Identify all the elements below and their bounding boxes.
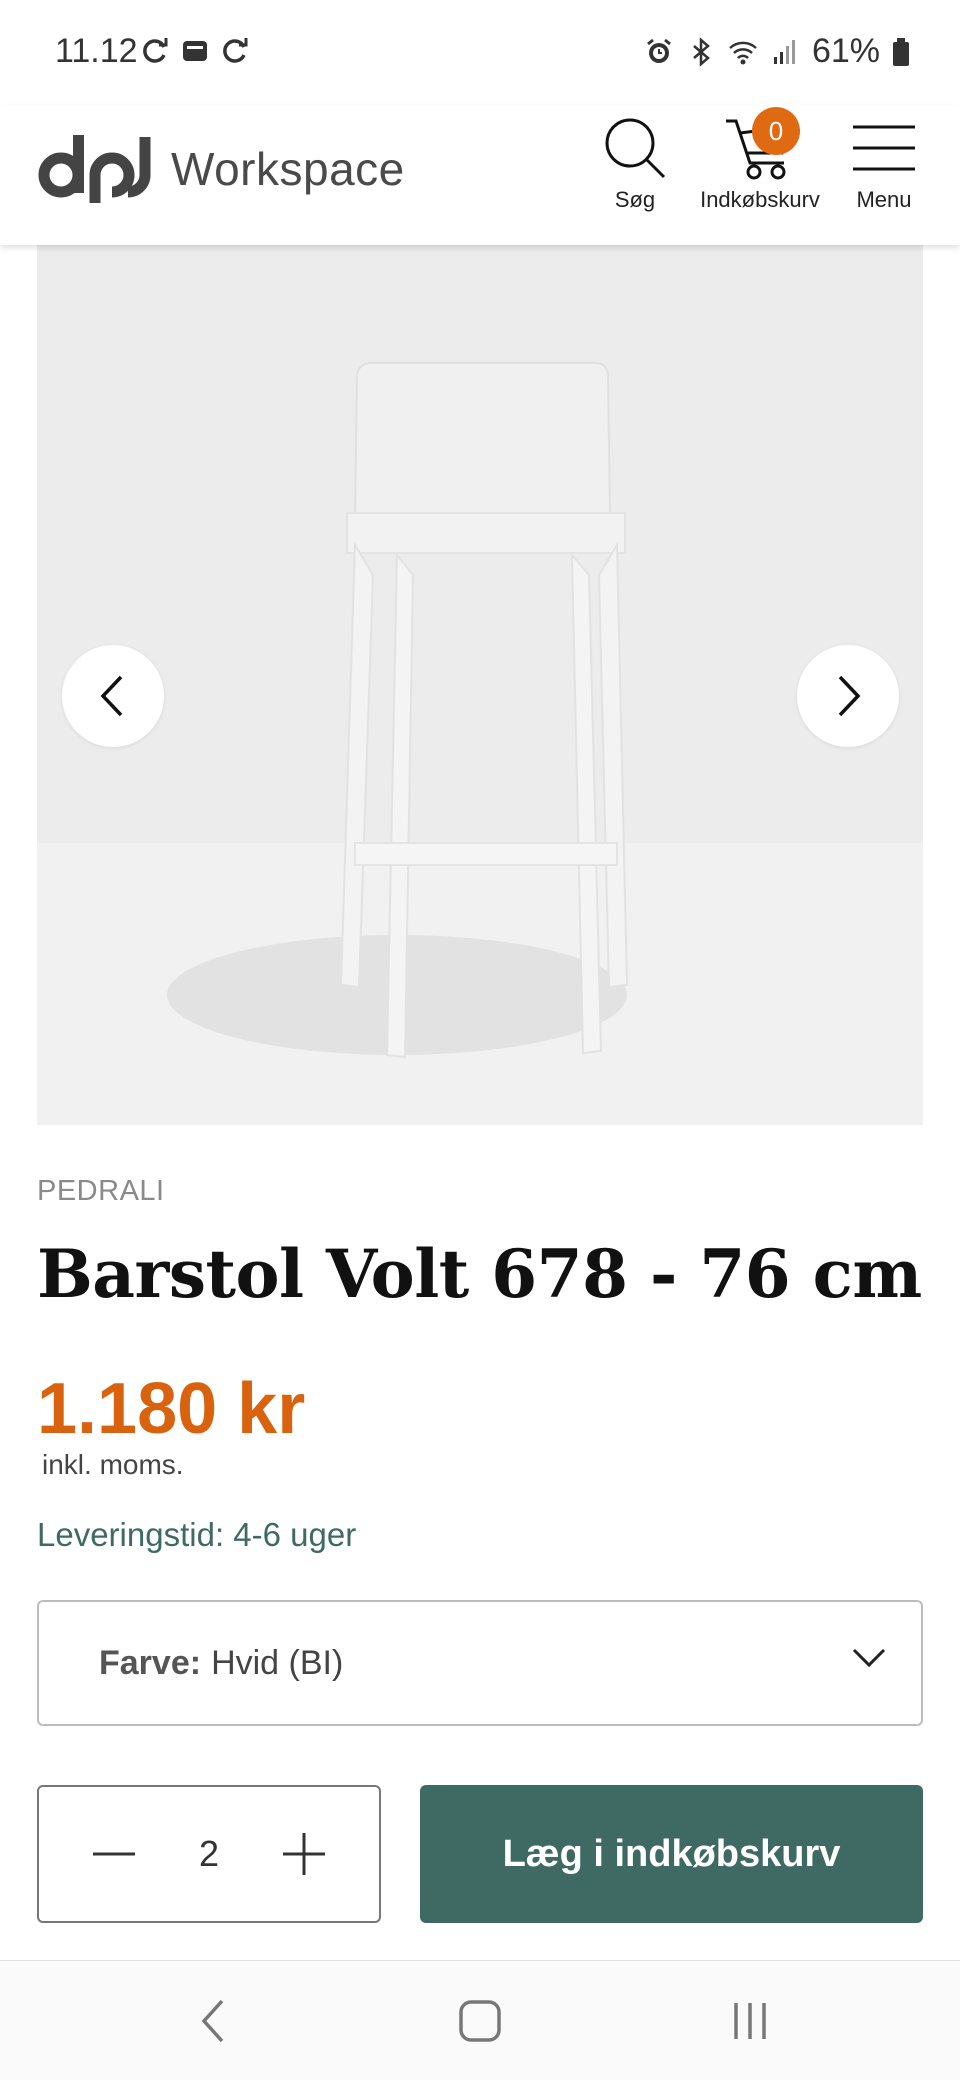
menu-label: Menu [856, 187, 912, 212]
system-home-button[interactable] [450, 1991, 510, 2051]
sync-icon [223, 38, 248, 63]
dpj-logo-icon [38, 135, 151, 203]
site-header: Workspace Søg 0 Indkøbskurv Menu [0, 105, 960, 245]
signal-icon [773, 39, 795, 64]
site-logo[interactable]: Workspace [37, 131, 405, 207]
search-button[interactable]: Søg [594, 115, 676, 213]
bluetooth-icon [693, 36, 710, 67]
menu-button[interactable]: Menu [844, 115, 924, 213]
delivery-time: Leveringstid: 4-6 uger [37, 1516, 357, 1553]
decrease-quantity-button[interactable] [89, 1829, 139, 1879]
cart-count-badge: 0 [752, 107, 800, 155]
battery-percentage: 61% [811, 32, 880, 70]
product-image-bar-stool [167, 362, 629, 1059]
alarm-icon [647, 38, 671, 63]
chevron-down-icon [852, 1648, 886, 1668]
add-to-cart-button[interactable]: Læg i indkøbskurv [420, 1785, 923, 1923]
vat-note: inkl. moms. [42, 1449, 184, 1480]
product-price: 1.180 kr [37, 1369, 306, 1449]
cart-button[interactable]: 0 Indkøbskurv [690, 107, 830, 213]
quantity-stepper: 2 [37, 1785, 381, 1923]
carousel-next-button[interactable] [797, 645, 899, 747]
status-notification-icons [140, 36, 250, 66]
search-icon [605, 118, 666, 179]
chevron-left-icon [100, 675, 123, 717]
increase-quantity-button[interactable] [279, 1829, 329, 1879]
recent-apps-icon [734, 2003, 766, 2039]
cart-label: Indkøbskurv [700, 187, 820, 212]
sync-icon [143, 38, 168, 63]
minus-icon [93, 1852, 135, 1856]
wifi-icon [729, 41, 757, 64]
carousel-prev-button[interactable] [62, 645, 164, 747]
quantity-value[interactable]: 2 [199, 1833, 219, 1875]
chevron-right-icon [838, 675, 861, 717]
status-system-icons: 61% [644, 32, 910, 71]
product-title: Barstol Volt 678 - 76 cm [37, 1235, 922, 1313]
status-time: 11.12 [55, 32, 138, 70]
home-icon [459, 2000, 501, 2042]
logo-text: Workspace [171, 143, 405, 195]
color-select[interactable]: Farve: Hvid (BI) [37, 1600, 923, 1726]
color-select-label: Farve: [99, 1643, 202, 1682]
hamburger-menu-icon [853, 125, 915, 171]
battery-icon [893, 37, 909, 66]
product-image-carousel[interactable] [37, 245, 923, 1125]
color-select-value: Hvid (BI) [211, 1643, 344, 1682]
system-back-button[interactable] [183, 1991, 243, 2051]
back-icon [201, 1999, 224, 2043]
plus-icon [283, 1833, 325, 1875]
system-navigation-bar [0, 1960, 960, 2080]
system-recent-apps-button[interactable] [720, 1991, 780, 2051]
search-label: Søg [614, 187, 656, 212]
status-bar: 11.12 61% [0, 0, 960, 105]
product-brand[interactable]: PEDRALI [37, 1175, 165, 1208]
sim-icon [183, 41, 207, 61]
